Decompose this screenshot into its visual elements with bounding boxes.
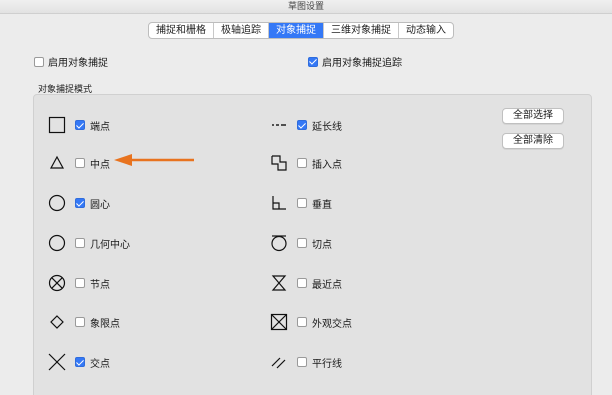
quadrant-label: 象限点 [90, 318, 120, 330]
node-checkbox[interactable] [75, 278, 85, 288]
perpendicular-checkbox[interactable] [297, 198, 307, 208]
midpoint-label: 中点 [90, 159, 110, 171]
clear-all-button[interactable]: 全部清除 [502, 133, 564, 149]
window-title: 草图设置 [287, 2, 324, 12]
geometric-center-circle-icon [48, 234, 66, 252]
tangent-circle-icon [270, 234, 288, 252]
endpoint-checkbox[interactable] [75, 120, 85, 130]
enable-tracking-option[interactable]: 启用对象捕捉追踪 [308, 54, 402, 69]
geometric-center-checkbox[interactable] [75, 238, 85, 248]
node-circle-x-icon [48, 274, 66, 292]
node-label: 节点 [90, 279, 110, 291]
mode-row-nearest[interactable]: 最近点 [270, 272, 342, 294]
quadrant-diamond-icon [48, 313, 66, 331]
enable-tracking-checkbox[interactable] [308, 56, 318, 67]
enable-snap-option[interactable]: 启用对象捕捉 [34, 54, 108, 69]
parallel-lines-icon [270, 353, 288, 371]
geometric-center-label: 几何中心 [90, 239, 130, 251]
tangent-checkbox[interactable] [297, 238, 307, 248]
tab-bar: 捕捉和栅格 极轴追踪 对象捕捉 三维对象捕捉 动态输入 [148, 22, 454, 39]
insertion-checkbox[interactable] [297, 158, 307, 168]
apparent-intersection-label: 外观交点 [312, 318, 352, 330]
insertion-label: 插入点 [312, 159, 342, 171]
enable-tracking-label: 启用对象捕捉追踪 [322, 58, 402, 69]
extension-label: 延长线 [312, 121, 342, 133]
mode-row-insertion[interactable]: 插入点 [270, 152, 342, 174]
select-all-button[interactable]: 全部选择 [502, 108, 564, 124]
quadrant-checkbox[interactable] [75, 317, 85, 327]
tangent-label: 切点 [312, 239, 332, 251]
endpoint-square-icon [48, 116, 66, 134]
mode-row-intersection[interactable]: 交点 [48, 351, 110, 373]
apparent-intersection-box-x-icon [270, 313, 288, 331]
intersection-checkbox[interactable] [75, 357, 85, 367]
mode-row-endpoint[interactable]: 端点 [48, 114, 110, 136]
parallel-checkbox[interactable] [297, 357, 307, 367]
enable-snap-checkbox[interactable] [34, 56, 44, 67]
parallel-label: 平行线 [312, 358, 342, 370]
extension-dashes-icon [270, 116, 288, 134]
center-label: 圆心 [90, 199, 110, 211]
mode-row-tangent[interactable]: 切点 [270, 232, 332, 254]
enable-snap-label: 启用对象捕捉 [48, 58, 108, 69]
mode-row-geometric-center[interactable]: 几何中心 [48, 232, 130, 254]
mode-row-perpendicular[interactable]: 垂直 [270, 192, 332, 214]
nearest-checkbox[interactable] [297, 278, 307, 288]
nearest-label: 最近点 [312, 279, 342, 291]
tab-snap-grid[interactable]: 捕捉和栅格 [149, 23, 214, 38]
center-checkbox[interactable] [75, 198, 85, 208]
mode-row-midpoint[interactable]: 中点 [48, 152, 110, 174]
mode-row-extension[interactable]: 延长线 [270, 114, 342, 136]
mode-row-parallel[interactable]: 平行线 [270, 351, 342, 373]
intersection-x-icon [48, 353, 66, 371]
mode-row-center[interactable]: 圆心 [48, 192, 110, 214]
tab-3d-object-snap[interactable]: 三维对象捕捉 [324, 23, 399, 38]
perpendicular-icon [270, 194, 288, 212]
nearest-hourglass-icon [270, 274, 288, 292]
tab-object-snap[interactable]: 对象捕捉 [269, 23, 324, 38]
tab-polar-tracking[interactable]: 极轴追踪 [214, 23, 269, 38]
apparent-intersection-checkbox[interactable] [297, 317, 307, 327]
midpoint-checkbox[interactable] [75, 158, 85, 168]
title-bar: 草图设置 [0, 0, 612, 14]
mode-row-node[interactable]: 节点 [48, 272, 110, 294]
mode-row-apparent-intersection[interactable]: 外观交点 [270, 311, 352, 333]
center-circle-icon [48, 194, 66, 212]
extension-checkbox[interactable] [297, 120, 307, 130]
intersection-label: 交点 [90, 358, 110, 370]
midpoint-triangle-icon [48, 154, 66, 172]
tab-dynamic-input[interactable]: 动态输入 [399, 23, 453, 38]
insertion-squares-icon [270, 154, 288, 172]
endpoint-label: 端点 [90, 121, 110, 133]
perpendicular-label: 垂直 [312, 199, 332, 211]
callout-arrow-icon [114, 154, 194, 166]
mode-row-quadrant[interactable]: 象限点 [48, 311, 120, 333]
